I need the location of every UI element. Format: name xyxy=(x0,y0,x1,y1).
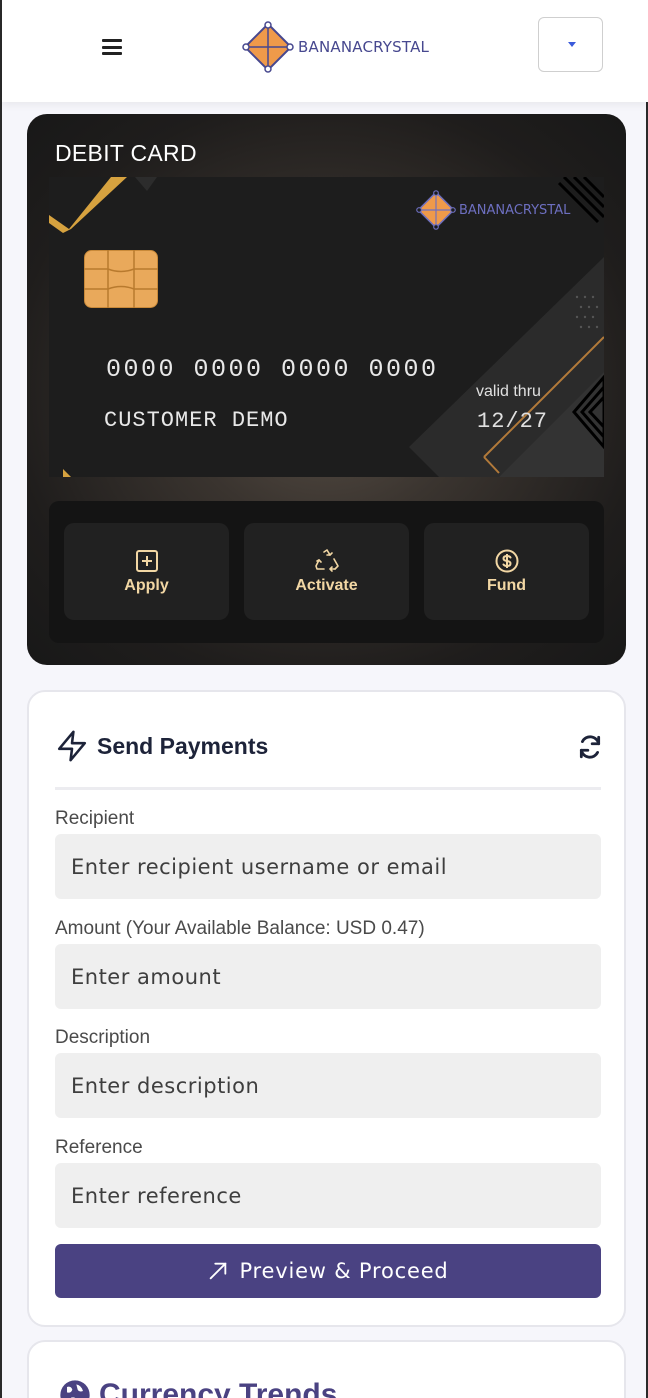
recycle-icon xyxy=(314,549,339,572)
amount-input[interactable] xyxy=(55,944,601,1009)
activate-label: Activate xyxy=(295,577,358,594)
globe-icon xyxy=(60,1380,90,1398)
refresh-icon[interactable] xyxy=(577,734,603,760)
description-label: Description xyxy=(55,1027,151,1048)
card-actions: Apply Activate Fund xyxy=(49,501,604,643)
caret-down-icon xyxy=(568,42,576,47)
fund-label: Fund xyxy=(486,577,527,594)
apply-button[interactable]: Apply xyxy=(64,523,229,620)
amount-label: Amount (Your Available Balance: USD 0.47… xyxy=(55,918,425,939)
valid-thru-label: valid thru xyxy=(476,383,541,400)
card-number: 0000 0000 0000 0000 xyxy=(106,355,439,384)
dollar-circle-icon xyxy=(495,549,518,573)
preview-proceed-button[interactable]: Preview & Proceed xyxy=(55,1244,601,1298)
plus-square-icon xyxy=(135,550,158,572)
currency-trends-title: Currency Trends xyxy=(99,1378,338,1398)
card-brand-name: BANANACRYSTAL xyxy=(459,202,571,218)
arrow-up-right-icon xyxy=(210,1262,227,1280)
card-chip-icon xyxy=(84,250,158,308)
recipient-input[interactable] xyxy=(55,834,601,899)
brand-name: BANANACRYSTAL xyxy=(298,38,430,56)
currency-trends-header: Currency Trends xyxy=(59,1378,337,1398)
brand-logo[interactable]: BANANACRYSTAL xyxy=(242,21,430,73)
send-payments-card: Send Payments Recipient Amount (Your Ava… xyxy=(27,690,626,1327)
debit-card-title: DEBIT CARD xyxy=(55,140,197,166)
reference-input[interactable] xyxy=(55,1163,601,1228)
fund-button[interactable]: Fund xyxy=(424,523,589,620)
top-navbar: BANANACRYSTAL xyxy=(2,0,648,102)
apply-label: Apply xyxy=(124,577,169,594)
account-dropdown-button[interactable] xyxy=(538,17,603,72)
lightning-icon xyxy=(57,730,87,762)
debit-card: BANANACRYSTAL 0000 0000 0000 0000 CUSTOM… xyxy=(49,177,604,477)
valid-thru-date: 12/27 xyxy=(477,409,549,434)
send-payments-header: Send Payments xyxy=(55,729,268,763)
debit-card-panel: DEBIT CARD BANANACRYSTAL 0000 0000 0000 … xyxy=(27,114,626,665)
recipient-label: Recipient xyxy=(55,808,135,829)
card-brand-logo: BANANACRYSTAL xyxy=(416,190,570,230)
activate-button[interactable]: Activate xyxy=(244,523,409,620)
card-holder-name: CUSTOMER DEMO xyxy=(104,408,289,433)
reference-label: Reference xyxy=(55,1137,143,1158)
bananacrystal-logo-icon xyxy=(242,21,294,73)
description-input[interactable] xyxy=(55,1053,601,1118)
header-divider xyxy=(55,787,601,790)
currency-trends-card: Currency Trends xyxy=(27,1340,626,1398)
send-payments-title: Send Payments xyxy=(97,732,269,759)
preview-proceed-label: Preview & Proceed xyxy=(239,1259,449,1283)
bananacrystal-logo-icon xyxy=(416,190,456,230)
hamburger-icon[interactable] xyxy=(102,39,122,55)
